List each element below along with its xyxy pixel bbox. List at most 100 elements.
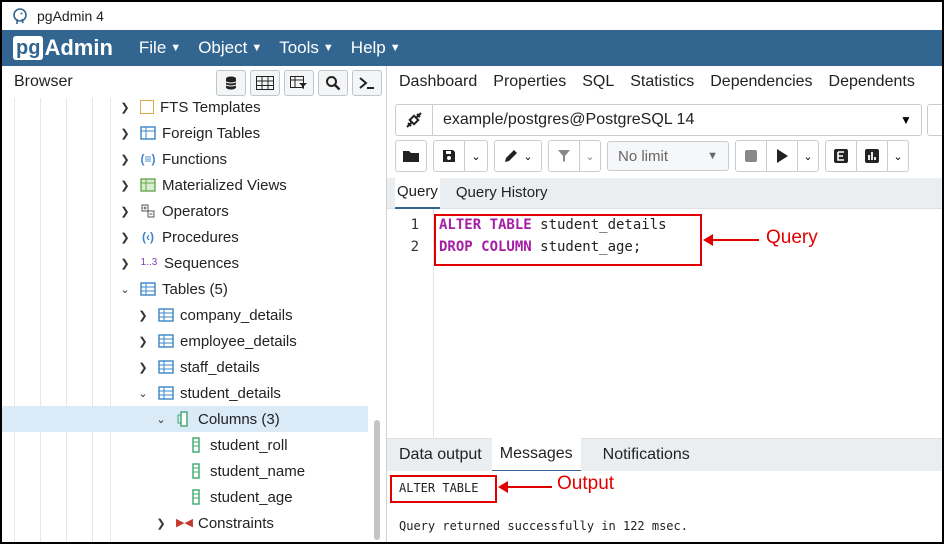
query-tool-button[interactable] (216, 70, 246, 96)
save-button[interactable] (434, 141, 464, 171)
filter-button-group: ⌄ (548, 140, 601, 172)
menu-file[interactable]: File ▼ (139, 38, 181, 58)
arrow-line (711, 239, 759, 241)
tab-data-output[interactable]: Data output (399, 439, 482, 471)
tab-statistics[interactable]: Statistics (630, 73, 694, 91)
chevron-down-icon: ⌄ (471, 150, 481, 163)
menu-tools[interactable]: Tools ▼ (279, 38, 334, 58)
tree-guide (66, 98, 67, 542)
tab-query-history[interactable]: Query History (456, 178, 548, 208)
explain-button[interactable] (826, 141, 856, 171)
tree-item-label: FTS Templates (160, 98, 261, 116)
object-tree: ❯ FTS Templates ❯ Foreign Tables ❯ (≡) F… (2, 98, 386, 542)
tree-item-functions[interactable]: ❯ (≡) Functions (118, 146, 386, 172)
row-limit-select[interactable]: No limit ▼ (607, 141, 729, 171)
save-icon (443, 150, 455, 162)
arrow-line (506, 486, 552, 488)
tree-item-student-details[interactable]: ⌄ student_details (136, 380, 386, 406)
tables-icon (140, 282, 156, 296)
filter-dropdown[interactable]: ⌄ (579, 141, 600, 171)
filter-grid-icon (290, 76, 307, 89)
query-annotation: Query (766, 227, 818, 248)
pencil-icon (505, 150, 518, 162)
chevron-down-icon: ▼ (900, 113, 912, 127)
execute-dropdown[interactable]: ⌄ (797, 141, 818, 171)
edit-button[interactable]: ⌄ (495, 141, 541, 171)
menu-object[interactable]: Object ▼ (198, 38, 262, 58)
database-icon (225, 76, 237, 90)
tab-query[interactable]: Query (395, 177, 440, 209)
tab-dependents[interactable]: Dependents (829, 73, 915, 91)
tree-item-employee-details[interactable]: ❯ employee_details (136, 328, 386, 354)
query-toolbar: ⌄ ⌄ ⌄ No limit ▼ ⌄ ⌄ (395, 140, 942, 172)
filter-button[interactable] (549, 141, 579, 171)
tree-item-label: Columns (3) (198, 410, 280, 428)
title-bar: pgAdmin 4 (2, 2, 942, 30)
execute-button[interactable] (766, 141, 797, 171)
tree-item-company-details[interactable]: ❯ company_details (136, 302, 386, 328)
object-tabs: Dashboard Properties SQL Statistics Depe… (387, 66, 942, 98)
main-panel: Dashboard Properties SQL Statistics Depe… (387, 66, 942, 542)
menu-tools-label: Tools (279, 38, 319, 57)
line-gutter: 1 2 (387, 209, 434, 437)
connection-selector[interactable]: example/postgres@PostgreSQL 14 ▼ (395, 104, 922, 136)
tree-item-procedures[interactable]: ❯ (‹) Procedures (118, 224, 386, 250)
play-icon (777, 149, 788, 163)
chevron-right-icon: ❯ (120, 257, 130, 270)
tree-item-columns[interactable]: ⌄ Columns (3) (2, 406, 368, 432)
tree-item-label: student_roll (210, 436, 288, 454)
logo-admin: Admin (44, 35, 113, 60)
explain-dropdown[interactable]: ⌄ (887, 141, 908, 171)
connection-extra-button[interactable] (927, 104, 942, 136)
tab-properties[interactable]: Properties (493, 73, 566, 91)
chevron-right-icon: ❯ (120, 179, 130, 192)
pgadmin-window: pgAdmin 4 pg Admin File ▼ Object ▼ Tools ▼ … (2, 2, 942, 542)
tree-item-sequences[interactable]: ❯ 1..3 Sequences (118, 250, 386, 276)
tree-item-materialized-views[interactable]: ❯ Materialized Views (118, 172, 386, 198)
explain-analyze-button[interactable] (856, 141, 887, 171)
logo-pg: pg (13, 36, 44, 60)
view-data-button[interactable] (250, 70, 280, 96)
tab-dependencies[interactable]: Dependencies (710, 73, 812, 91)
elephant-icon (13, 8, 27, 24)
plug-icon (396, 105, 433, 135)
search-objects-button[interactable] (318, 70, 348, 96)
chevron-right-icon: ❯ (120, 231, 130, 244)
tree-item-label: Constraints (198, 514, 274, 532)
save-button-group: ⌄ (433, 140, 488, 172)
tree-item-constraints[interactable]: ❯ ▶◀ Constraints (154, 510, 386, 536)
edit-button-group: ⌄ (494, 140, 542, 172)
chevron-down-icon: ⌄ (120, 283, 130, 296)
tree-item-tables[interactable]: ⌄ Tables (5) (118, 276, 386, 302)
filtered-rows-button[interactable] (284, 70, 314, 96)
open-file-button[interactable] (395, 140, 427, 172)
foreign-tables-icon (140, 126, 156, 140)
stop-button[interactable] (736, 141, 766, 171)
tab-sql[interactable]: SQL (582, 73, 614, 91)
execute-button-group: ⌄ (735, 140, 819, 172)
tree-item-label: employee_details (180, 332, 297, 350)
chevron-down-icon: ⌄ (156, 413, 166, 426)
menu-object-label: Object (198, 38, 248, 57)
tree-item-student-age[interactable]: student_age (180, 484, 386, 510)
tab-notifications[interactable]: Notifications (603, 439, 690, 471)
explain-button-group: ⌄ (825, 140, 909, 172)
tree-item-label: student_age (210, 488, 293, 506)
chevron-right-icon: ❯ (120, 153, 130, 166)
tree-item-student-name[interactable]: student_name (180, 458, 386, 484)
chevron-down-icon: ⌄ (585, 150, 595, 163)
save-dropdown[interactable]: ⌄ (464, 141, 487, 171)
tree-item-label: Sequences (164, 254, 240, 272)
tree-scrollbar[interactable] (374, 420, 380, 540)
operators-icon (141, 204, 155, 218)
psql-tool-button[interactable] (352, 70, 382, 96)
tree-item-fts-templates[interactable]: ❯ FTS Templates (118, 98, 386, 120)
menu-help[interactable]: Help ▼ (351, 38, 401, 58)
menu-file-label: File (138, 38, 167, 57)
tree-item-student-roll[interactable]: student_roll (180, 432, 386, 458)
tree-item-operators[interactable]: ❯ Operators (118, 198, 386, 224)
tab-dashboard[interactable]: Dashboard (399, 73, 477, 91)
tree-item-foreign-tables[interactable]: ❯ Foreign Tables (118, 120, 386, 146)
tab-messages[interactable]: Messages (491, 438, 581, 472)
tree-item-staff-details[interactable]: ❯ staff_details (136, 354, 386, 380)
